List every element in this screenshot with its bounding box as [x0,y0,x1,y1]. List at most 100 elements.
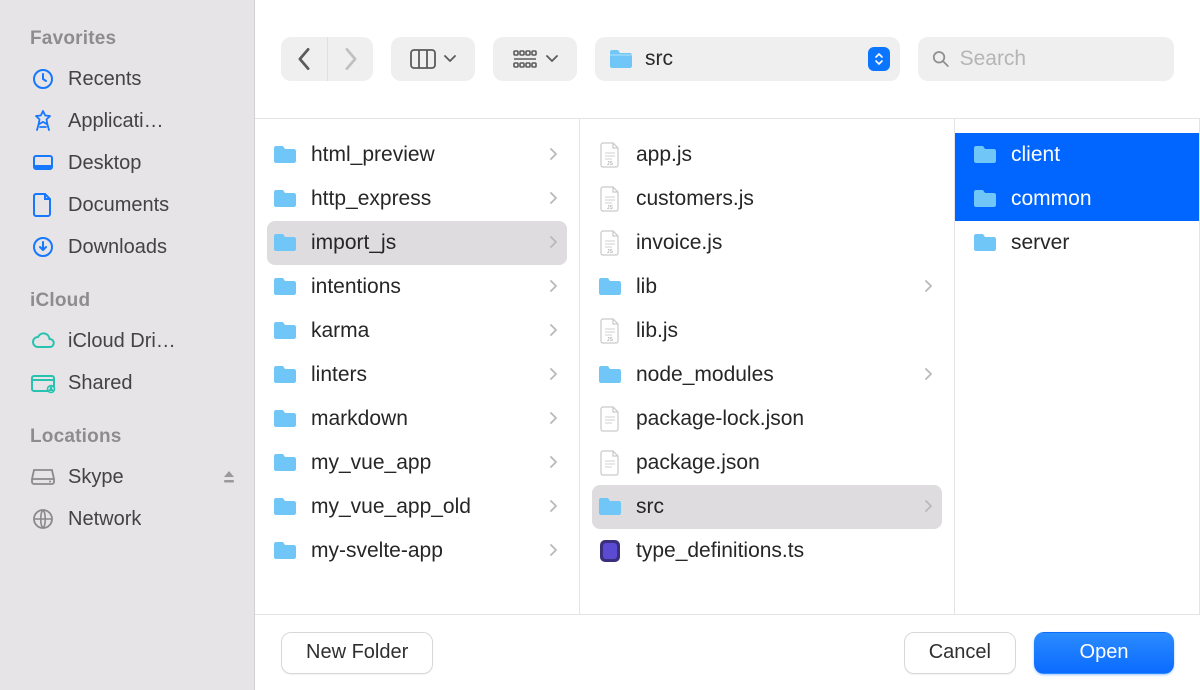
chevron-right-icon [922,367,934,383]
sidebar-header: Favorites [30,14,240,58]
download-icon [30,234,56,260]
chevron-left-icon [297,48,311,70]
chevron-right-icon [922,279,934,295]
item-name: type_definitions.ts [636,539,934,563]
folder-row[interactable]: client [955,133,1199,177]
disk-icon [30,464,56,490]
nav-group [281,37,373,81]
item-name: server [1011,231,1179,255]
item-name: my_vue_app [311,451,535,475]
open-button[interactable]: Open [1034,632,1174,674]
sidebar-item[interactable]: Network [30,498,240,540]
sidebar-item-label: Recents [68,68,141,91]
sidebar-item-label: Skype [68,466,124,489]
sidebar-item[interactable]: Downloads [30,226,240,268]
folder-row[interactable]: import_js [267,221,567,265]
item-name: html_preview [311,143,535,167]
item-name: lib [636,275,910,299]
search-icon [932,49,950,69]
item-name: http_express [311,187,535,211]
chevron-right-icon [344,48,358,70]
folder-icon [271,405,299,433]
folder-popup[interactable]: src [595,37,900,81]
sidebar-item[interactable]: Shared [30,362,240,404]
folder-row[interactable]: src [592,485,942,529]
sidebar-item-label: Network [68,508,141,531]
folder-row[interactable]: markdown [267,397,567,441]
sidebar-item[interactable]: iCloud Dri… [30,320,240,362]
cancel-button[interactable]: Cancel [904,632,1016,674]
folder-row[interactable]: node_modules [592,353,942,397]
folder-row[interactable]: my-svelte-app [267,529,567,573]
folder-row[interactable]: linters [267,353,567,397]
file-row[interactable]: type_definitions.ts [592,529,942,573]
sidebar-item[interactable]: Applicati… [30,100,240,142]
chevron-right-icon [547,191,559,207]
folder-icon [607,45,635,73]
columns-icon [410,49,436,69]
sidebar-item[interactable]: Desktop [30,142,240,184]
svg-text:JS: JS [607,249,614,255]
folder-icon [271,493,299,521]
folder-icon [596,361,624,389]
sidebar: Favorites Recents Applicati… Desktop Documen… [0,0,255,690]
folder-row[interactable]: intentions [267,265,567,309]
toolbar: src [255,0,1200,118]
sidebar-item[interactable]: Recents [30,58,240,100]
file-row[interactable]: JSlib.js [592,309,942,353]
sidebar-item-label: Documents [68,194,169,217]
main-area: src html_preview http_express import_jsint… [255,0,1200,690]
view-columns-button[interactable] [391,37,475,81]
folder-row[interactable]: my_vue_app [267,441,567,485]
folder-row[interactable]: lib [592,265,942,309]
new-folder-button[interactable]: New Folder [281,632,433,674]
folder-icon [271,273,299,301]
folder-icon [971,229,999,257]
folder-row[interactable]: common [955,177,1199,221]
folder-popup-title: src [645,47,858,71]
sidebar-item-label: Shared [68,372,133,395]
folder-row[interactable]: server [967,221,1187,265]
item-name: my_vue_app_old [311,495,535,519]
folder-icon [271,537,299,565]
search-input[interactable] [960,47,1160,71]
folder-icon [271,317,299,345]
column-1[interactable]: html_preview http_express import_jsintenti… [255,119,580,614]
item-name: intentions [311,275,535,299]
item-name: invoice.js [636,231,934,255]
svg-text:JS: JS [607,161,614,167]
file-row[interactable]: package-lock.json [592,397,942,441]
file-file-icon [596,405,624,433]
ts-file-icon [596,537,624,565]
column-3[interactable]: client common server [955,119,1200,614]
file-row[interactable]: JS invoice.js [592,221,942,265]
folder-row[interactable]: my_vue_app_old [267,485,567,529]
folder-row[interactable]: html_preview [267,133,567,177]
sidebar-item-label: iCloud Dri… [68,330,176,353]
item-name: customers.js [636,187,934,211]
file-row[interactable]: JSapp.js [592,133,942,177]
forward-button[interactable] [327,37,373,81]
updown-icon [868,47,890,71]
folder-row[interactable]: http_express [267,177,567,221]
sidebar-item[interactable]: Documents [30,184,240,226]
sidebar-item[interactable]: Skype [30,456,240,498]
column-2[interactable]: JSapp.jsJScustomers.jsJSinvoice.jslibJSl… [580,119,955,614]
js-file-icon: JS [596,317,624,345]
search-field[interactable] [918,37,1174,81]
item-name: my-svelte-app [311,539,535,563]
folder-row[interactable]: karma [267,309,567,353]
chevron-right-icon [547,147,559,163]
chevron-right-icon [547,411,559,427]
grouping-button[interactable] [493,37,577,81]
file-row[interactable]: package.json [592,441,942,485]
eject-icon[interactable] [218,466,240,488]
chevron-right-icon [547,235,559,251]
file-row[interactable]: JScustomers.js [592,177,942,221]
sidebar-header: Locations [30,412,240,456]
back-button[interactable] [281,37,327,81]
item-name: common [1011,187,1179,211]
item-name: package-lock.json [636,407,934,431]
sidebar-item-label: Desktop [68,152,141,175]
sidebar-header: iCloud [30,276,240,320]
